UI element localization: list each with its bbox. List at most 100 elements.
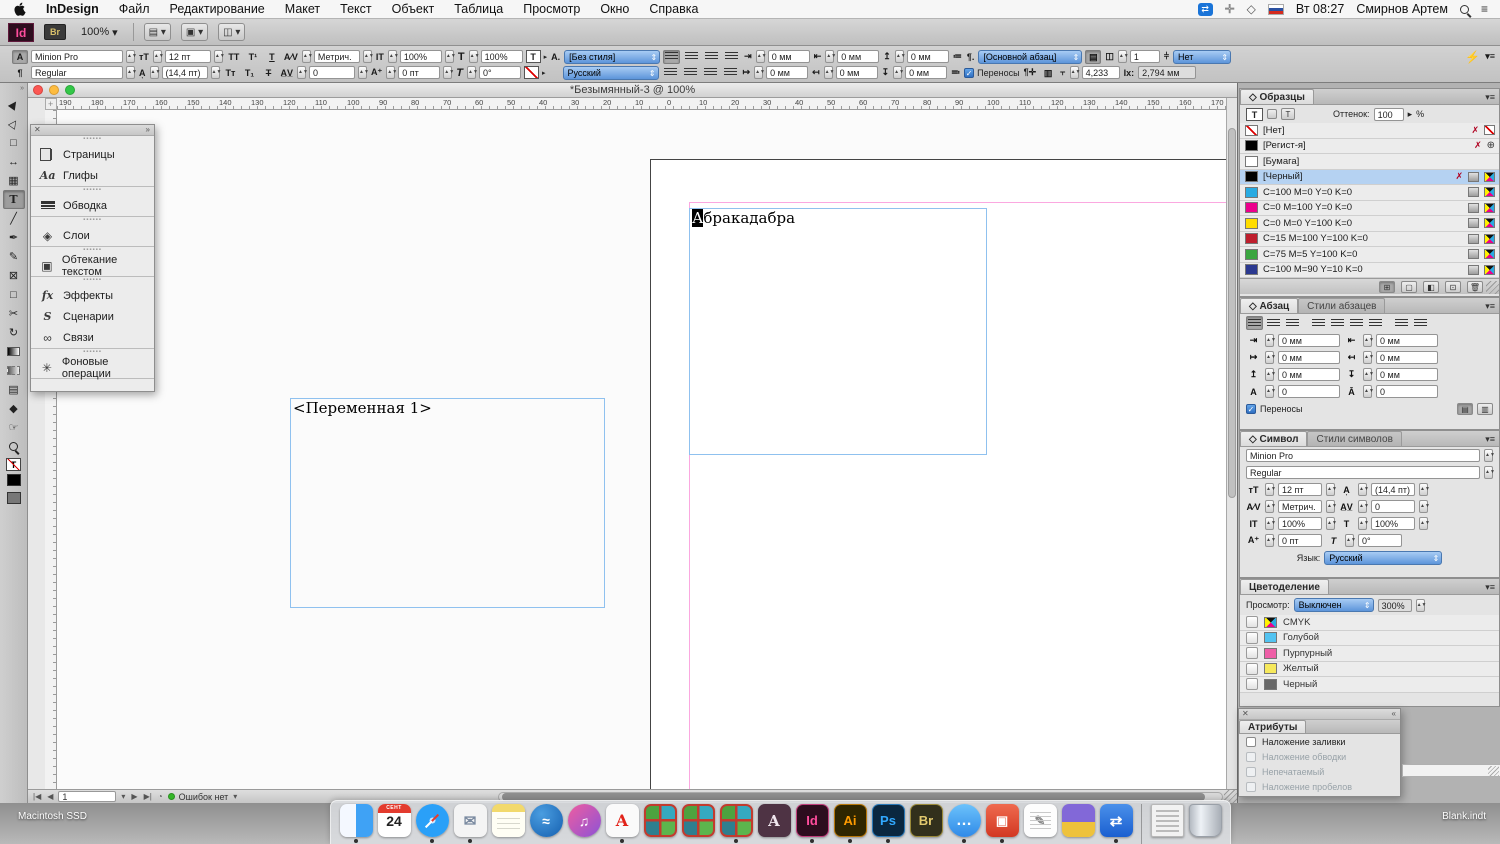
right-indent-stepper[interactable]: ▲▼ xyxy=(825,50,834,63)
char-kerning-field[interactable]: Метрич. xyxy=(1278,500,1322,513)
last-line-indent-field[interactable]: 0 мм xyxy=(836,66,878,79)
page-dropdown-arrow[interactable]: ▾ xyxy=(120,792,126,801)
baseline-stepper2[interactable]: ▲▼ xyxy=(443,66,452,79)
menu-item-window[interactable]: Окно xyxy=(590,2,639,16)
char-vscale-stepper[interactable]: ▲▼ xyxy=(1265,517,1274,530)
underline-button[interactable]: T xyxy=(264,50,280,64)
selected-character[interactable]: А xyxy=(692,209,703,227)
frame2-text[interactable]: <Переменная 1> xyxy=(293,399,432,417)
desktop-disk-label[interactable]: Macintosh SSD xyxy=(18,811,87,822)
split-columns-toggle[interactable]: ▥ xyxy=(1040,66,1056,80)
columns-stepper[interactable]: ▲▼ xyxy=(1118,50,1127,63)
move-menu-icon[interactable]: ✛ xyxy=(1225,2,1235,16)
tools-panel-collapse-icon[interactable]: » xyxy=(0,83,27,95)
pen-tool[interactable]: ✒ xyxy=(3,228,25,247)
justify-right-button[interactable] xyxy=(702,66,719,80)
panel-button-links[interactable]: ∞Связи xyxy=(31,327,154,348)
margin-guide-horizontal[interactable] xyxy=(689,202,1226,203)
openoffice-icon[interactable]: ≈ xyxy=(529,804,563,837)
swatch-row[interactable]: [Черный]✗ xyxy=(1240,170,1499,186)
p-align-to-spine[interactable] xyxy=(1393,316,1410,330)
menu-item-help[interactable]: Справка xyxy=(639,2,708,16)
separation-visibility-checkbox[interactable] xyxy=(1246,632,1258,644)
scissors-tool[interactable]: ✂ xyxy=(3,304,25,323)
char-tracking-stepper[interactable]: ▲▼ xyxy=(1358,500,1367,513)
para-left-field-2[interactable]: 0 мм xyxy=(1278,368,1340,381)
font-family-stepper[interactable]: ▲▼ xyxy=(126,50,135,63)
para-left-field-0[interactable]: 0 мм xyxy=(1278,334,1340,347)
page-tool[interactable]: □ xyxy=(3,133,25,152)
ink-limit-stepper[interactable]: ▲▼ xyxy=(1416,599,1425,612)
separation-visibility-checkbox[interactable] xyxy=(1246,616,1258,628)
menu-item-type[interactable]: Текст xyxy=(330,2,381,16)
char-size-field[interactable]: 12 пт xyxy=(1278,483,1322,496)
last-page-button[interactable]: ▶| xyxy=(143,792,153,801)
superscript-button[interactable]: T¹ xyxy=(245,50,261,64)
ruler-origin-box[interactable] xyxy=(45,98,57,110)
left-indent-stepper[interactable]: ▲▼ xyxy=(756,50,765,63)
subscript-button[interactable]: T₁ xyxy=(242,66,258,80)
font-size-stepper2[interactable]: ▲▼ xyxy=(214,50,223,63)
horizontal-scale-field[interactable]: 100% xyxy=(481,50,523,63)
rectangle-tool[interactable]: □ xyxy=(3,285,25,304)
hyphenate-checkbox[interactable]: ✓ xyxy=(964,68,974,78)
left-indent-field[interactable]: 0 мм xyxy=(768,50,810,63)
swatch-row[interactable]: C=15 M=100 Y=100 K=0 xyxy=(1240,232,1499,248)
delete-swatch-button[interactable]: 🗑 xyxy=(1467,281,1483,293)
indesign-icon[interactable]: Id xyxy=(795,804,829,843)
separation-row[interactable]: Желтый xyxy=(1240,662,1499,678)
align-right-button[interactable] xyxy=(703,50,720,64)
para-right-stepper-1[interactable]: ▲▼ xyxy=(1363,351,1372,364)
go-to-bridge-button[interactable]: Br xyxy=(44,24,66,40)
span-columns-toggle[interactable]: ▤ xyxy=(1085,50,1101,64)
numbered-list-icon[interactable]: ≕ xyxy=(950,67,961,78)
tab-paragraph[interactable]: ◇ Абзац xyxy=(1240,298,1298,313)
tab-character-styles[interactable]: Стили символов xyxy=(1307,431,1401,446)
itunes-icon[interactable]: ♫ xyxy=(567,804,601,837)
menu-item-layout[interactable]: Макет xyxy=(275,2,330,16)
menubar-user[interactable]: Смирнов Артем xyxy=(1356,2,1448,16)
panel-group-handle[interactable]: ▪▪▪▪▪▪ xyxy=(31,277,154,285)
text-frame-variable[interactable]: <Переменная 1> xyxy=(290,398,605,608)
char-language-dropdown[interactable]: Русский xyxy=(1324,551,1442,565)
diamond-menu-icon[interactable]: ◇ xyxy=(1247,2,1256,16)
p-align-away-spine[interactable] xyxy=(1412,316,1429,330)
remote-desktop-icon[interactable]: ▣ xyxy=(985,804,1019,843)
quick-apply-icon[interactable]: ⚡ xyxy=(1464,50,1481,64)
vertical-scrollbar[interactable] xyxy=(1226,98,1237,789)
show-all-swatches-button[interactable]: ⊞ xyxy=(1379,281,1395,293)
grid-app-3-icon[interactable] xyxy=(719,804,753,843)
illustrator-icon[interactable]: Ai xyxy=(833,804,867,843)
separation-row[interactable]: Черный xyxy=(1240,677,1499,693)
gradient-feather-tool[interactable] xyxy=(3,361,25,380)
tab-paragraph-styles[interactable]: Стили абзацев xyxy=(1298,298,1385,313)
justify-all-button[interactable] xyxy=(722,66,739,80)
panel-dock-close-icon[interactable]: ✕ xyxy=(34,125,41,134)
tab-separations[interactable]: Цветоделение xyxy=(1240,579,1329,594)
char-style-stepper[interactable]: ▲▼ xyxy=(1484,466,1493,479)
span-dropdown[interactable]: Нет xyxy=(1173,50,1231,64)
separation-row[interactable]: Пурпурный xyxy=(1240,646,1499,662)
view-options-dropdown[interactable]: ▤ ▾ xyxy=(144,23,171,41)
p-align-left[interactable] xyxy=(1246,316,1263,330)
swatch-row[interactable]: C=100 M=0 Y=0 K=0 xyxy=(1240,185,1499,201)
swatch-row[interactable]: C=0 M=0 Y=100 K=0 xyxy=(1240,216,1499,232)
zoom-tool[interactable] xyxy=(3,437,25,456)
split-columns-button[interactable]: ▥ xyxy=(1477,403,1493,415)
panel-button-pages[interactable]: Страницы xyxy=(31,144,154,165)
bridge-icon[interactable]: Br xyxy=(909,804,943,837)
note-tool[interactable]: ▤ xyxy=(3,380,25,399)
character-formatting-mode-button[interactable]: A xyxy=(12,50,28,64)
zoom-level-dropdown[interactable]: 100% ▾ xyxy=(76,25,123,40)
p-justify-right[interactable] xyxy=(1348,316,1365,330)
small-caps-button[interactable]: Тт xyxy=(223,66,239,80)
notification-center-icon[interactable]: ≡ xyxy=(1481,2,1488,16)
vertical-scale-field[interactable]: 100% xyxy=(400,50,442,63)
panel-button-layers[interactable]: ◈Слои xyxy=(31,225,154,246)
para-left-stepper-1[interactable]: ▲▼ xyxy=(1265,351,1274,364)
tint-field[interactable]: 100 xyxy=(1374,108,1404,121)
menu-item-indesign[interactable]: InDesign xyxy=(36,2,109,16)
bullet-list-icon[interactable]: ≔ xyxy=(952,51,963,62)
leading-field[interactable]: (14,4 пт) xyxy=(162,66,208,79)
menubar-clock[interactable]: Вт 08:27 xyxy=(1296,2,1344,16)
